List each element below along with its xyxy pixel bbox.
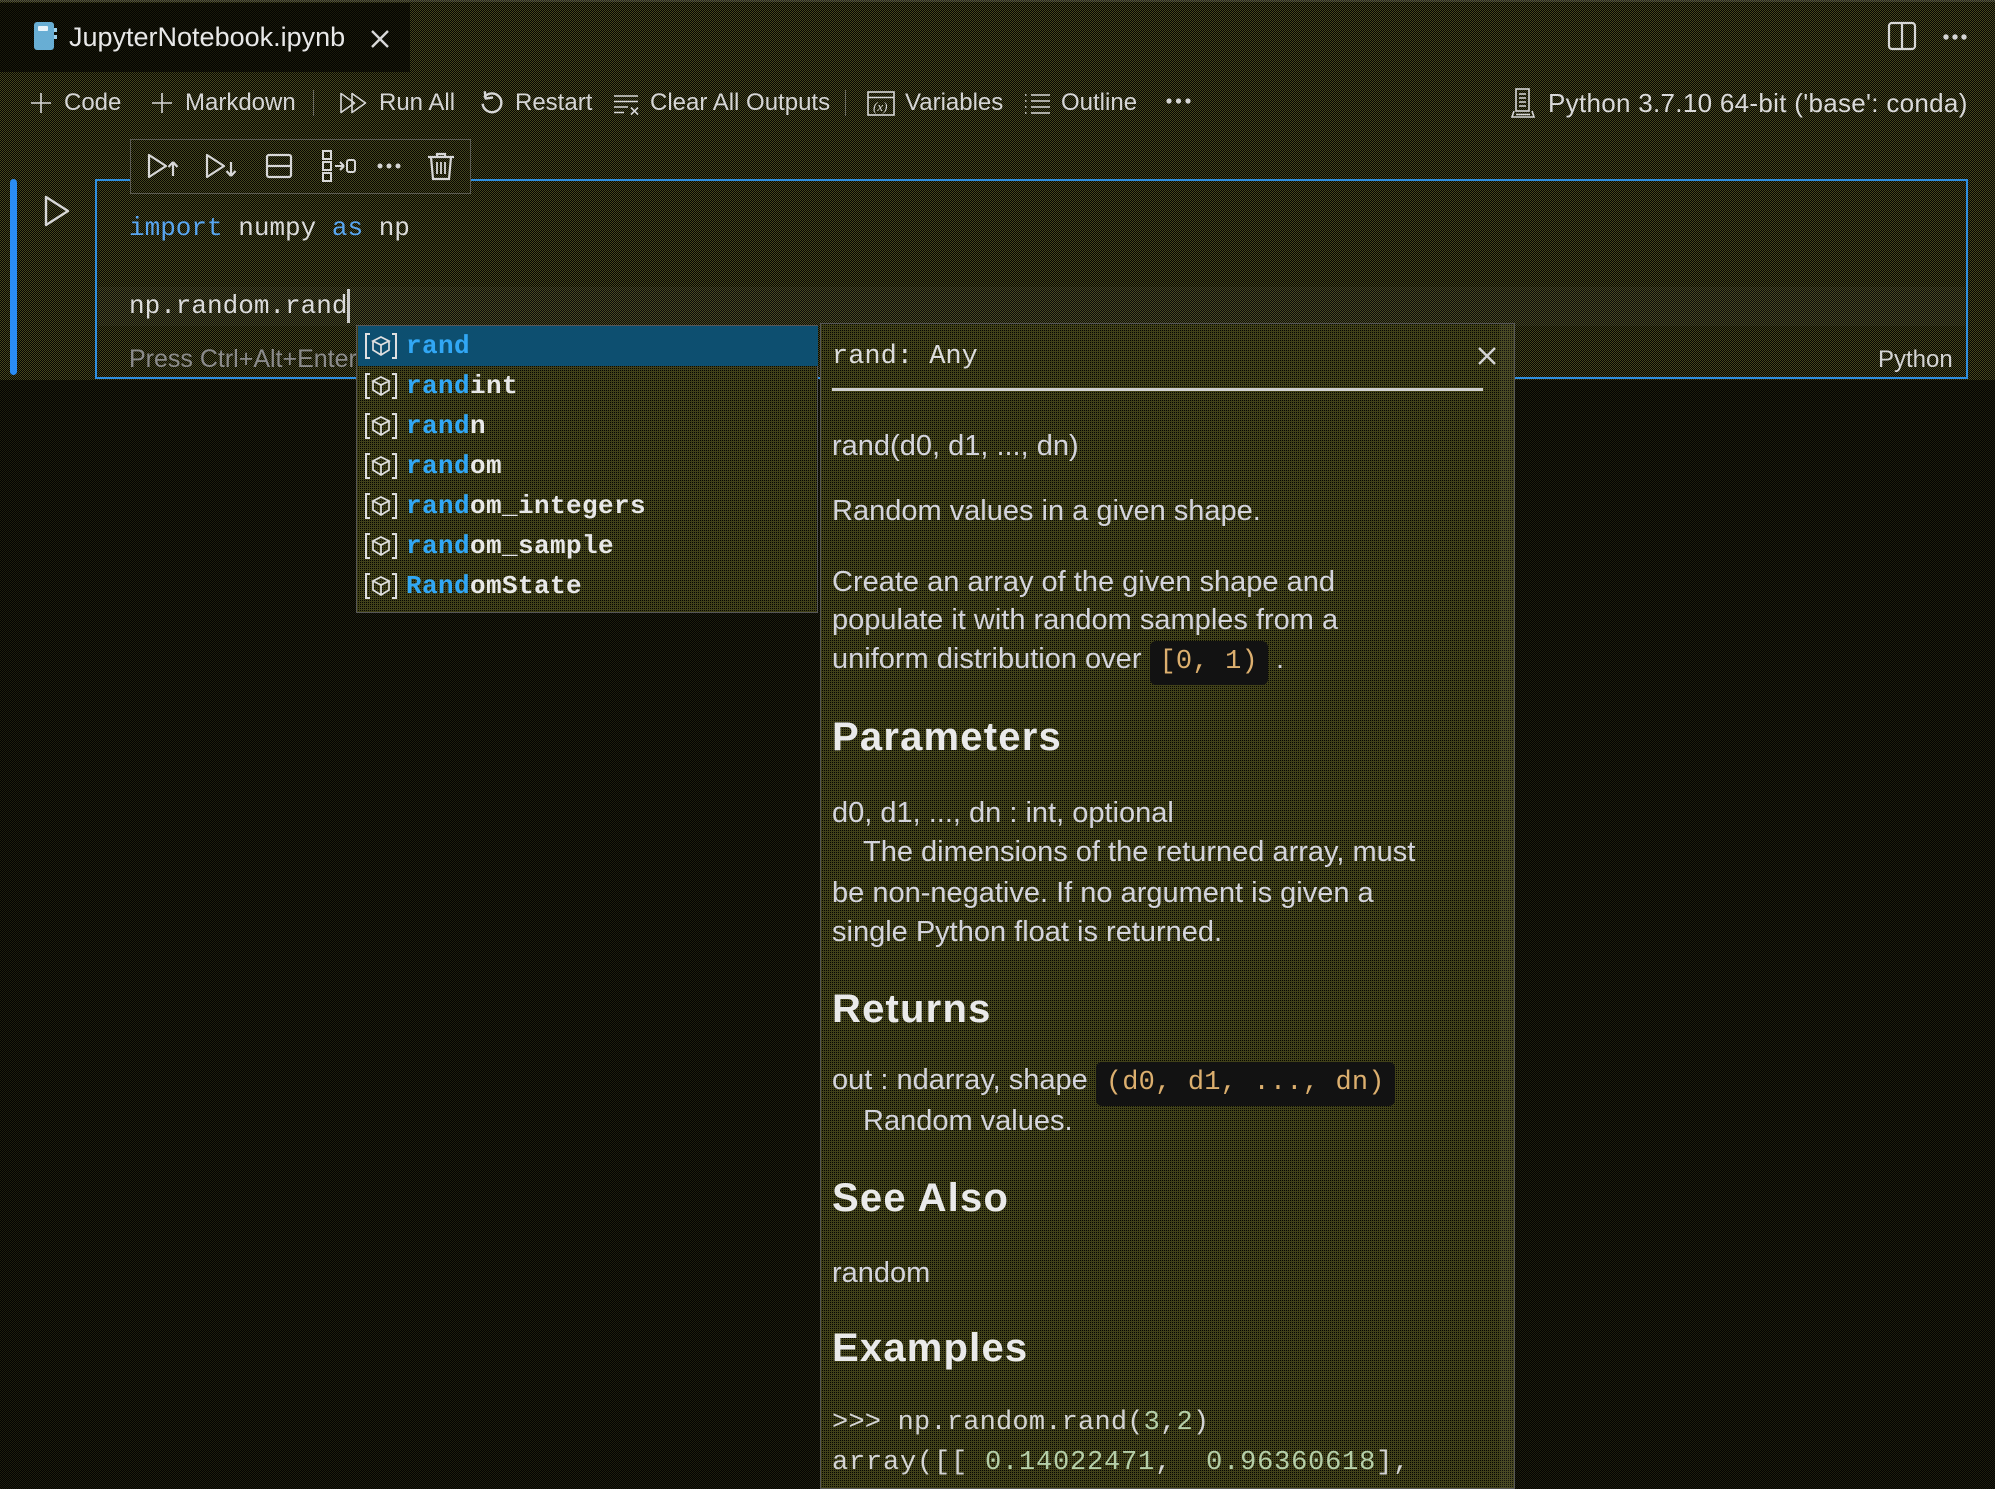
svg-text:(x): (x) [873, 99, 887, 114]
